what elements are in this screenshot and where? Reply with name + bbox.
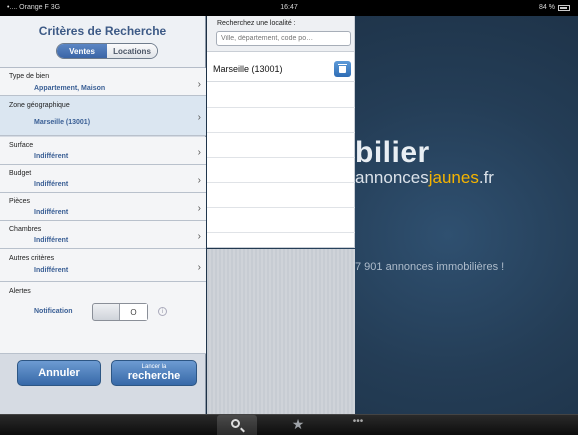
location-item-label: Marseille (13001) [213,64,283,74]
location-search-input[interactable] [216,31,351,46]
striped-background [207,249,355,414]
battery-percent: 84 % [539,4,555,11]
notification-label: Notification [34,308,73,315]
row-value: Marseille (13001) [34,119,91,126]
chevron-right-icon: › [197,79,201,90]
row-label: Surface [9,142,34,149]
row-label: Type de bien [9,73,50,80]
info-icon[interactable]: i [158,307,167,316]
alerts-label: Alertes [9,288,31,295]
segment-locations[interactable]: Locations [107,44,157,58]
chevron-right-icon: › [197,112,201,123]
status-bar: •.... Orange F 3G 16:47 84 % [0,0,578,16]
toggle-knob: O [119,304,147,320]
brand-sub-text: annoncesjaunes.fr [355,168,494,187]
criteria-row-type-de-bien[interactable]: Type de bien Appartement, Maison › [0,68,206,96]
chevron-right-icon: › [197,262,201,273]
row-value: Indifférent [34,267,69,274]
notification-toggle[interactable]: O [92,303,148,321]
row-label: Pièces [9,198,31,205]
row-value: Indifférent [34,237,69,244]
search-icon [231,419,240,428]
page-title: Critères de Recherche [38,24,167,38]
sale-type-segmented-control: Ventes Locations [56,43,158,59]
list-item [207,108,355,133]
list-item [207,183,355,208]
list-item [207,158,355,183]
list-item [207,83,355,108]
battery-icon [558,4,570,11]
brand-logo: bilier annoncesjaunes.fr [355,136,494,188]
trash-icon[interactable] [334,61,351,77]
chevron-right-icon: › [197,231,201,242]
tab-search[interactable] [217,415,257,435]
star-icon: ★ [291,416,305,432]
chevron-right-icon: › [197,147,201,158]
location-list-item[interactable]: Marseille (13001) [207,56,355,82]
criteria-row-autres-criteres[interactable]: Autres critères Indifférent › [0,249,206,282]
row-label: Budget [9,170,32,177]
row-label: Autres critères [9,255,55,262]
row-value: Indifférent [34,209,69,216]
cancel-button[interactable]: Annuler [17,360,101,386]
chevron-right-icon: › [197,175,201,186]
criteria-row-pieces[interactable]: Pièces Indifférent › [0,193,206,221]
search-button-label: recherche [127,370,181,382]
listing-count: 7 901 annonces immobilières ! [355,261,505,273]
clock: 16:47 [280,4,298,11]
segment-ventes[interactable]: Ventes [57,44,107,58]
location-search-header: Recherchez une localité : [207,16,354,52]
tab-favorites[interactable]: ★ [278,415,318,435]
location-search-panel: Recherchez une localité : Marseille (130… [207,16,355,248]
row-value: Appartement, Maison [34,85,106,92]
tab-bar: ★ ••• [0,414,578,435]
brand-main-text: bilier [355,136,430,169]
row-label: Chambres [9,226,42,233]
launch-search-button[interactable]: Lancer la recherche [111,360,197,386]
panel-header: Critères de Recherche Ventes Locations [0,16,205,68]
list-item [207,208,355,233]
battery-status: 84 % [539,4,570,11]
alerts-section: Alertes Notification O i [0,282,206,354]
criteria-row-surface[interactable]: Surface Indifférent › [0,137,206,165]
row-value: Indifférent [34,153,69,160]
row-value: Indifférent [34,181,69,188]
more-icon: ••• [352,416,364,427]
location-search-label: Recherchez une localité : [217,20,296,27]
criteria-row-chambres[interactable]: Chambres Indifférent › [0,221,206,249]
criteria-row-budget[interactable]: Budget Indifférent › [0,165,206,193]
list-item [207,133,355,158]
search-criteria-panel: Critères de Recherche Ventes Locations T… [0,16,206,414]
row-label: Zone géographique [9,102,70,109]
chevron-right-icon: › [197,203,201,214]
criteria-row-zone-geographique[interactable]: Zone géographique Marseille (13001) › [0,96,206,136]
tab-more[interactable]: ••• [338,415,378,435]
